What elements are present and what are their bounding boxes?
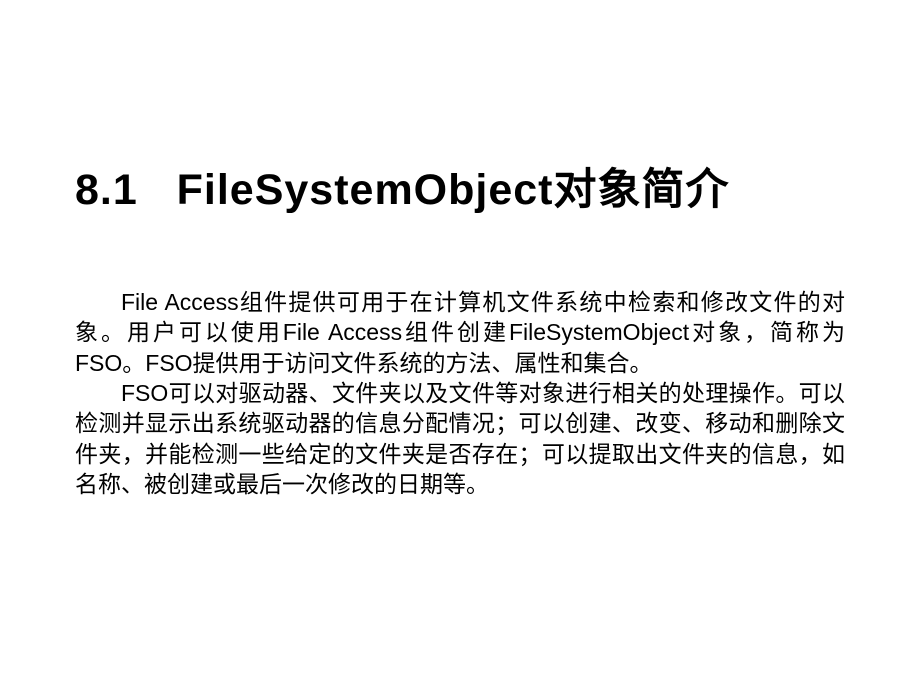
section-number: 8.1 [75,166,138,214]
body-paragraph-2: FSO可以对驱动器、文件夹以及文件等对象进行相关的处理操作。可以检测并显示出系统… [75,378,845,499]
section-heading: 8.1 FileSystemObject对象简介 [75,155,845,217]
section-title: FileSystemObject对象简介 [177,166,730,214]
body-paragraph-1: File Access组件提供可用于在计算机文件系统中检索和修改文件的对象。用户… [75,287,845,378]
document-page: 8.1 FileSystemObject对象简介 File Access组件提供… [0,0,920,500]
